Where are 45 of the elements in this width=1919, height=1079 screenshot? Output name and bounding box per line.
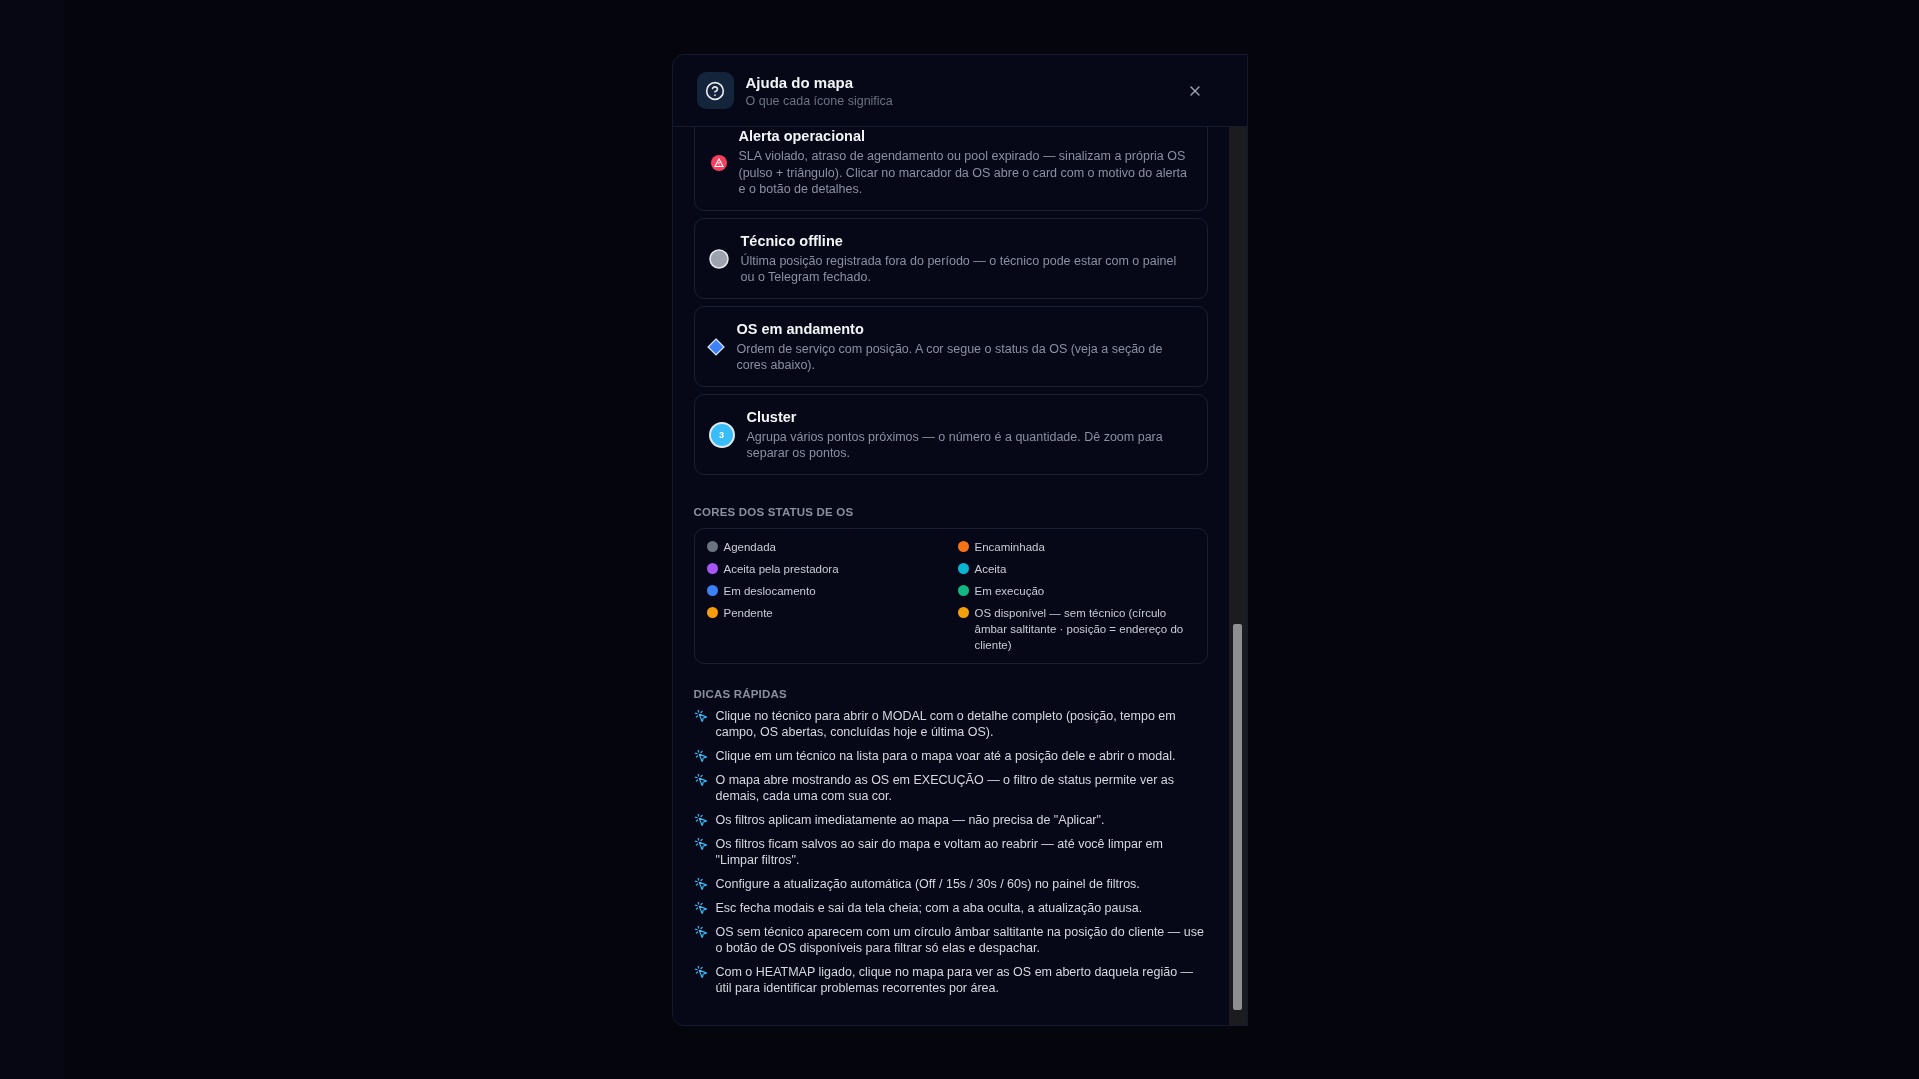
status-label: Em deslocamento <box>723 583 816 599</box>
tip-text: OS sem técnico aparecem com um círculo âmbar saltitante na posição do cliente — use o botão de OS disponíveis para filtrar só elas e despachar. <box>715 923 1205 956</box>
pointer-click-icon <box>693 964 708 979</box>
tip-text: O mapa abre mostrando as OS em EXECUÇÃO — o filtro de status permite ver as demais, cada uma com sua cor. <box>715 771 1175 804</box>
status-label: Pendente <box>723 605 773 621</box>
section-heading: CORES DOS STATUS DE OS <box>693 505 855 518</box>
legend-title: Cluster <box>746 408 798 425</box>
pointer-click-icon <box>693 900 708 915</box>
tip-text: Os filtros aplicam imediatamente ao mapa — não precisa de "Aplicar". <box>715 811 1105 828</box>
legend-description: Última posição registrada fora do período — o técnico pode estar com o painel ou o Telegram fechado. <box>740 252 1178 286</box>
tip-text: Clique em um técnico na lista para o mapa voar até a posição dele e abrir o modal. <box>715 747 1176 764</box>
pointer-click-icon <box>693 924 708 939</box>
status-label: OS disponível — sem técnico (círculo âmbar saltitante · posição = endereço do cliente) <box>974 605 1185 653</box>
diamond-icon <box>706 338 725 356</box>
legend-description: SLA violado, atraso de agendamento ou pool expirado — sinalizam a própria OS (pulso + triângulo). Clicar no marcador da OS abre o card com o motivo do alerta e o botão de detalhes. <box>738 148 1188 198</box>
status-label: Aceita <box>974 561 1007 577</box>
tip-text: Com o HEATMAP ligado, clique no mapa para ver as OS em aberto daquela região — útil para identificar problemas recorrentes por área. <box>715 963 1195 996</box>
pointer-click-icon <box>693 812 708 827</box>
scrollbar-track[interactable] <box>1228 127 1247 1025</box>
pointer-click-icon <box>693 836 708 851</box>
tip-text: Esc fecha modais e sai da tela cheia; com a aba oculta, a atualização pausa. <box>715 899 1143 916</box>
dialog-subtitle: O que cada ícone significa <box>745 93 894 108</box>
pointer-click-icon <box>693 748 708 763</box>
scrollbar-thumb[interactable] <box>1232 624 1242 1010</box>
legend-title: OS em andamento <box>736 320 865 337</box>
status-label: Em execução <box>974 583 1045 599</box>
status-label: Aceita pela prestadora <box>723 561 839 577</box>
offline-marker-icon <box>708 249 729 269</box>
question-mark-icon <box>705 80 725 101</box>
cluster-count: 3 <box>708 422 735 448</box>
section-heading: DICAS RÁPIDAS <box>693 687 788 700</box>
status-label: Agendada <box>723 539 776 555</box>
pointer-click-icon <box>693 876 708 891</box>
pointer-click-icon <box>693 708 708 723</box>
status-label: Encaminhada <box>974 539 1045 555</box>
tip-text: Clique no técnico para abrir o MODAL com o detalhe completo (posição, tempo em campo, OS abertas, concluídas hoje e última OS). <box>715 707 1177 740</box>
warning-icon <box>710 154 727 171</box>
dialog-title: Ajuda do mapa <box>745 73 854 91</box>
legend-title: Técnico offline <box>740 232 844 249</box>
legend-title: Alerta operacional <box>738 128 866 144</box>
tip-text: Configure a atualização automática (Off / 15s / 30s / 60s) no painel de filtros. <box>715 875 1140 892</box>
legend-description: Ordem de serviço com posição. A cor segue o status da OS (veja a seção de cores abaixo). <box>736 340 1164 374</box>
tip-text: Os filtros ficam salvos ao sair do mapa e voltam ao reabrir — até você limpar em "Limpar filtros". <box>715 835 1164 868</box>
pointer-click-icon <box>693 772 708 787</box>
legend-description: Agrupa vários pontos próximos — o número é a quantidade. Dê zoom para separar os pontos. <box>746 428 1164 462</box>
